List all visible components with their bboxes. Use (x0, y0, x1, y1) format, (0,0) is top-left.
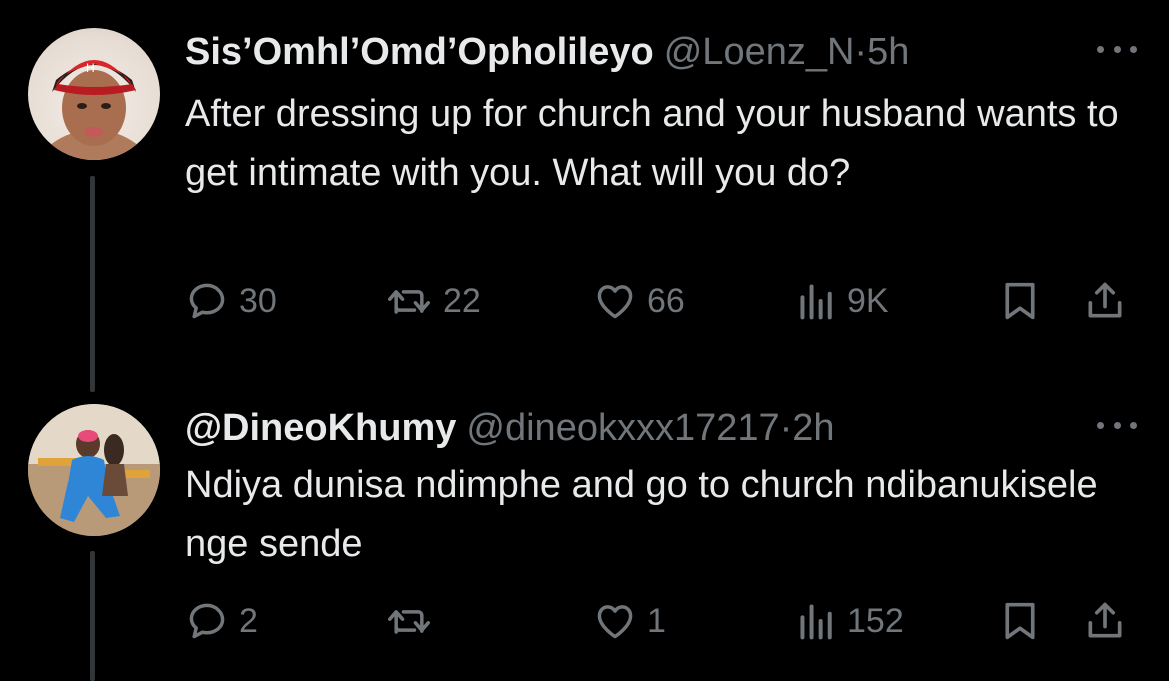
avatar-woman-blue-outfit-icon (28, 404, 160, 536)
bar-chart-icon (800, 284, 832, 320)
reply-count: 30 (239, 281, 277, 320)
like-count: 66 (647, 281, 685, 320)
more-horizontal-icon (1097, 421, 1104, 429)
separator-dot: · (854, 31, 868, 73)
reply-bubble-icon (189, 603, 225, 639)
avatar-woman-red-cap-icon: H (38, 60, 150, 160)
user-handle[interactable]: @Loenz_N (664, 31, 855, 73)
tweet-actions: 2 1 152 (185, 596, 1145, 646)
tweet-text: After dressing up for church and your hu… (185, 93, 1119, 194)
views-button[interactable]: 152 (797, 596, 904, 646)
tweet-text: Ndiya dunisa ndimphe and go to church nd… (185, 464, 1098, 565)
retweet-arrows-icon (388, 610, 430, 634)
share-upload-icon (1088, 602, 1122, 638)
like-count: 1 (647, 601, 666, 640)
bar-chart-icon (800, 604, 832, 640)
like-button[interactable]: 66 (593, 276, 685, 326)
reply-count: 2 (239, 601, 258, 640)
share-upload-icon (1088, 282, 1122, 318)
retweet-arrows-icon (388, 290, 430, 314)
timestamp[interactable]: 2h (792, 407, 834, 449)
avatar[interactable]: H (28, 28, 160, 160)
display-name[interactable]: Sis’Omhl’Omd’Opholileyo (185, 31, 654, 73)
reply-bubble-icon (189, 283, 225, 319)
thread-line (90, 176, 95, 392)
tweet[interactable]: @DineoKhumy @dineokxxx17217·2h Ndiya duni… (0, 376, 1169, 681)
share-button[interactable] (1083, 596, 1127, 646)
heart-icon (597, 285, 633, 319)
user-handle[interactable]: @dineokxxx17217 (466, 407, 779, 449)
view-count: 152 (847, 601, 904, 640)
more-horizontal-icon (1097, 45, 1104, 53)
more-options-button[interactable] (1097, 42, 1137, 56)
bookmark-icon (1005, 602, 1035, 640)
view-count: 9K (847, 281, 889, 320)
bookmark-icon (1005, 282, 1035, 320)
retweet-button[interactable]: 22 (385, 276, 481, 326)
tweet-header: @DineoKhumy @dineokxxx17217·2h (185, 406, 835, 450)
reply-button[interactable]: 30 (185, 276, 277, 326)
tweet-actions: 30 22 66 9K (185, 276, 1145, 326)
heart-icon (597, 605, 633, 639)
tweet[interactable]: H Sis’Omhl’Omd’Opholileyo @Loenz_N·5h Aft… (0, 0, 1169, 392)
separator-dot: · (779, 407, 793, 449)
more-options-button[interactable] (1097, 418, 1137, 432)
display-name[interactable]: @DineoKhumy (185, 407, 456, 449)
like-button[interactable]: 1 (593, 596, 666, 646)
thread-line (90, 551, 95, 681)
avatar[interactable] (28, 404, 160, 536)
views-button[interactable]: 9K (797, 276, 889, 326)
tweet-header: Sis’Omhl’Omd’Opholileyo @Loenz_N·5h (185, 30, 909, 74)
retweet-count: 22 (443, 281, 481, 320)
retweet-button[interactable] (385, 596, 443, 646)
svg-text:H: H (86, 61, 95, 75)
reply-button[interactable]: 2 (185, 596, 258, 646)
share-button[interactable] (1083, 276, 1127, 326)
timestamp[interactable]: 5h (867, 31, 909, 73)
bookmark-button[interactable] (1000, 596, 1040, 646)
bookmark-button[interactable] (1000, 276, 1040, 326)
